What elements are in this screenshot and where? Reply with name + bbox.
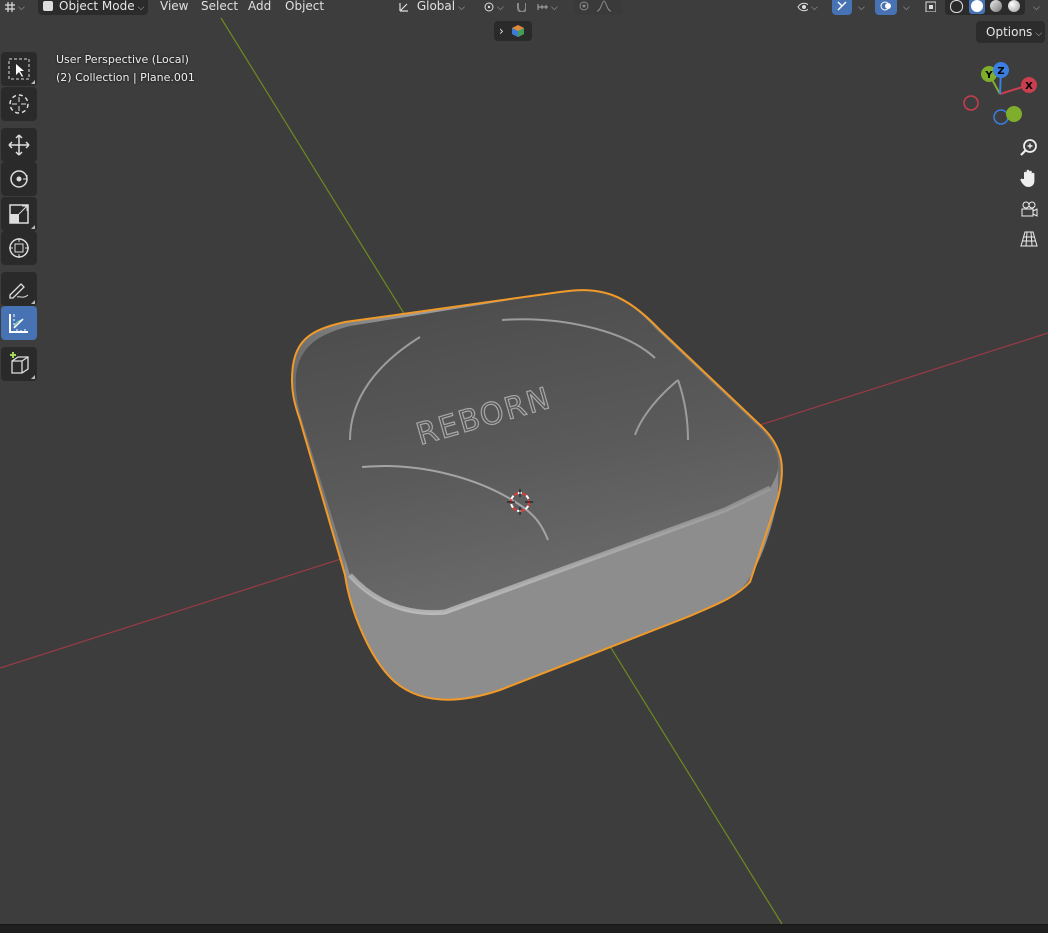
options-dropdown[interactable]: Options ⌵ bbox=[976, 21, 1045, 43]
camera-icon bbox=[1021, 201, 1038, 217]
chevron-down-icon: ⌵ bbox=[1033, 3, 1040, 13]
editor-type-icon bbox=[5, 2, 15, 12]
scene-canvas[interactable]: REBORN bbox=[0, 0, 1048, 932]
tool-move[interactable] bbox=[1, 128, 37, 162]
pivot-point-dropdown[interactable]: ⌵ bbox=[483, 0, 504, 15]
annotate-icon bbox=[9, 283, 29, 299]
rendered-shading-icon[interactable] bbox=[1008, 0, 1020, 12]
pivot-icon bbox=[484, 2, 494, 12]
add-cube-icon bbox=[10, 352, 29, 374]
chevron-down-icon: ⌵ bbox=[1035, 29, 1043, 39]
measure-icon bbox=[9, 314, 28, 333]
pan-button[interactable] bbox=[1015, 164, 1043, 192]
snap-increment-icon bbox=[537, 4, 548, 10]
overlays-dropdown[interactable]: ⌵ bbox=[900, 0, 910, 15]
falloff-icon bbox=[596, 0, 612, 12]
zoom-button[interactable] bbox=[1015, 134, 1043, 162]
eye-icon bbox=[797, 2, 808, 12]
object-mode-icon bbox=[43, 1, 53, 11]
solid-shading-icon bbox=[971, 0, 983, 12]
cursor-tool-icon bbox=[9, 94, 29, 114]
menu-select[interactable]: Select bbox=[201, 0, 238, 15]
tool-variants-indicator bbox=[31, 300, 35, 304]
tool-add-cube[interactable] bbox=[1, 347, 37, 381]
magnet-icon bbox=[517, 3, 526, 12]
tool-select-box[interactable] bbox=[1, 52, 37, 86]
transform-icon bbox=[9, 238, 29, 258]
chevron-down-icon: ⌵ bbox=[903, 3, 910, 13]
view-name-label: User Perspective (Local) bbox=[56, 53, 189, 66]
projection-toggle-button[interactable] bbox=[1015, 225, 1043, 253]
overlays-toggle[interactable] bbox=[875, 0, 897, 15]
orientation-dropdown[interactable]: Global ⌵ bbox=[398, 0, 465, 15]
gizmo-icon bbox=[837, 1, 847, 11]
options-label: Options bbox=[986, 25, 1033, 39]
gizmo-neg-z[interactable] bbox=[993, 109, 1009, 125]
xray-icon bbox=[925, 1, 936, 12]
xray-toggle[interactable] bbox=[925, 0, 936, 15]
chevron-down-icon: ⌵ bbox=[18, 3, 25, 13]
tool-scale[interactable] bbox=[1, 197, 37, 231]
tool-transform[interactable] bbox=[1, 231, 37, 265]
overlays-icon bbox=[880, 1, 891, 11]
chevron-down-icon: ⌵ bbox=[858, 3, 865, 13]
gizmo-dropdown[interactable]: ⌵ bbox=[855, 0, 865, 15]
solid-shading-button[interactable] bbox=[969, 0, 985, 14]
tool-variants-indicator bbox=[31, 375, 35, 379]
3d-viewport[interactable]: REBORN ⌵ Object Mode ⌵ View Select Add Ob… bbox=[0, 0, 1048, 933]
chevron-down-icon: ⌵ bbox=[551, 3, 558, 13]
editor-type-button[interactable]: ⌵ bbox=[4, 0, 25, 15]
menu-object[interactable]: Object bbox=[285, 0, 324, 15]
chevron-down-icon: ⌵ bbox=[137, 3, 145, 13]
scale-icon bbox=[9, 204, 29, 224]
tool-measure[interactable] bbox=[1, 306, 37, 340]
proportional-edit-group[interactable] bbox=[574, 0, 622, 15]
gizmo-toggle[interactable] bbox=[832, 0, 852, 15]
chevron-down-icon: ⌵ bbox=[497, 3, 504, 13]
gizmo-x-label: X bbox=[1025, 81, 1033, 92]
grid-perspective-icon bbox=[1020, 231, 1038, 247]
snap-target-dropdown[interactable]: ⌵ bbox=[537, 0, 558, 15]
shading-modes[interactable] bbox=[945, 0, 1025, 15]
collection-info-label: (2) Collection | Plane.001 bbox=[56, 71, 195, 84]
chevron-right-icon: › bbox=[499, 24, 504, 38]
camera-view-button[interactable] bbox=[1015, 195, 1043, 223]
menu-add[interactable]: Add bbox=[248, 0, 271, 15]
proportional-edit-icon bbox=[579, 1, 589, 11]
gizmo-neg-x[interactable] bbox=[963, 95, 979, 111]
move-icon bbox=[8, 134, 30, 156]
object-mode-label: Object Mode bbox=[59, 0, 135, 13]
zoom-icon bbox=[1020, 139, 1037, 156]
tool-variants-indicator bbox=[31, 80, 35, 84]
chevron-down-icon: ⌵ bbox=[458, 3, 465, 13]
hand-icon bbox=[1020, 169, 1035, 187]
visibility-dropdown[interactable]: ⌵ bbox=[797, 0, 818, 15]
menu-view[interactable]: View bbox=[160, 0, 188, 15]
orientation-label: Global bbox=[416, 0, 456, 13]
tool-annotate[interactable] bbox=[1, 272, 37, 306]
shading-dropdown[interactable]: ⌵ bbox=[1030, 0, 1040, 15]
wireframe-shading-icon[interactable] bbox=[950, 0, 963, 13]
rotate-icon bbox=[10, 170, 28, 188]
navigation-gizmo[interactable]: X Y Z bbox=[958, 58, 1048, 138]
tool-variants-indicator bbox=[31, 225, 35, 229]
viewport-header: ⌵ Object Mode ⌵ View Select Add Object Gl… bbox=[0, 0, 1048, 16]
tool-cursor[interactable] bbox=[1, 87, 37, 121]
snap-toggle[interactable] bbox=[515, 0, 526, 15]
object-data-icon bbox=[512, 25, 524, 37]
gizmo-z-label: Z bbox=[997, 66, 1004, 77]
gizmo-neg-y[interactable] bbox=[1006, 106, 1022, 122]
material-shading-icon[interactable] bbox=[990, 0, 1002, 12]
tool-settings-toggle[interactable]: › bbox=[494, 21, 532, 41]
object-mode-dropdown[interactable]: Object Mode ⌵ bbox=[38, 0, 148, 15]
select-box-icon bbox=[8, 58, 30, 80]
tool-rotate[interactable] bbox=[1, 162, 37, 196]
gizmo-y-label: Y bbox=[984, 70, 993, 81]
chevron-down-icon: ⌵ bbox=[811, 3, 818, 13]
orientation-icon bbox=[399, 3, 408, 12]
